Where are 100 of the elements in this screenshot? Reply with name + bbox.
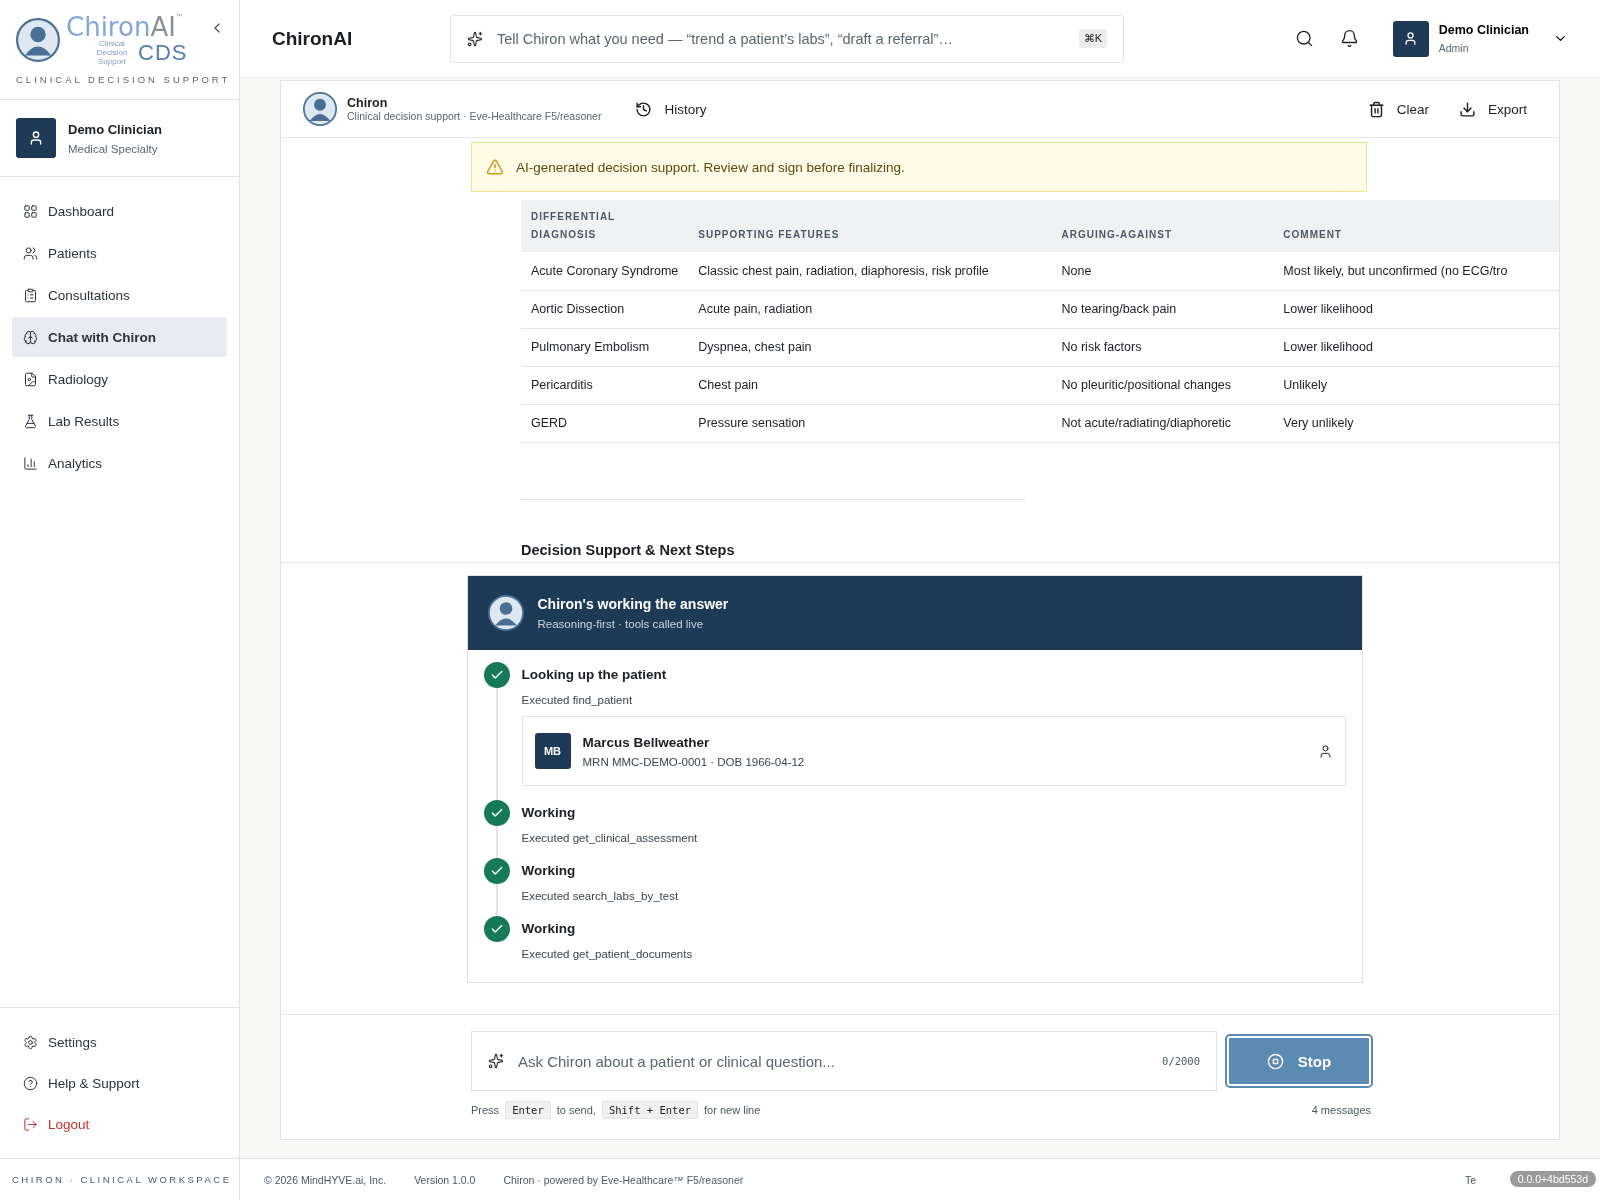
chiron-emblem-icon (487, 595, 524, 631)
nav-item[interactable]: Chat with Chiron (12, 317, 227, 357)
table-cell: Chest pain (688, 366, 1052, 404)
assistant-name: Chiron (347, 96, 389, 110)
users-icon (23, 245, 38, 261)
grid-icon (23, 203, 38, 219)
sidebar-footer-text: CHIRON · CLINICAL WORKSPACE (0, 1158, 239, 1200)
warning-banner: AI-generated decision support. Review and sign before finalizing. (471, 142, 1367, 192)
table-cell: Classic chest pain, radiation, diaphoresis, risk profile (688, 252, 1052, 290)
user-role: Medical Specialty (68, 142, 159, 155)
person-icon (1317, 743, 1333, 759)
chiron-emblem-icon (303, 92, 337, 126)
footer-link[interactable]: Te (1464, 1173, 1476, 1186)
table-cell: Most likely, but unconfirmed (no ECG/tro (1273, 252, 1559, 290)
bar-chart-icon (23, 455, 38, 471)
table-cell: None (1051, 252, 1274, 290)
nav-item[interactable]: Analytics (12, 443, 227, 483)
table-cell: Dyspnea, chest pain (688, 328, 1052, 366)
panel-subtitle: Reasoning-first · tools called live (537, 618, 705, 630)
column-header: COMMENT (1273, 200, 1559, 252)
table-cell: Unlikely (1273, 366, 1559, 404)
character-counter: 0/2000 (1162, 1055, 1200, 1067)
help-icon (23, 1075, 38, 1091)
user-name: Demo Clinician (68, 121, 162, 137)
table-cell: Very unlikely (1273, 404, 1559, 442)
user-icon (28, 130, 44, 146)
command-field[interactable]: Tell Chiron what you need — “trend a patient’s labs”, “draft a referral”… ⌘K (450, 14, 1124, 63)
warning-icon (486, 158, 504, 176)
step-detail: Executed get_patient_documents (521, 948, 694, 960)
table-cell: Pericarditis (521, 366, 689, 404)
nav-item[interactable]: Patients (12, 233, 227, 273)
copyright-text: © 2026 MindHYVE.ai, Inc. (264, 1173, 387, 1186)
sparkles-icon (467, 30, 483, 47)
export-button[interactable]: Export (1448, 96, 1537, 122)
table-cell: No risk factors (1051, 328, 1274, 366)
table-cell: GERD (521, 404, 689, 442)
table-cell: Pressure sensation (688, 404, 1052, 442)
build-badge: 0.0.0+4bd553d (1509, 1171, 1596, 1187)
column-header: ARGUING-AGAINST (1051, 200, 1274, 252)
table-cell: No pleuritic/positional changes (1051, 366, 1274, 404)
image-file-icon (23, 371, 38, 387)
step-detail: Executed get_clinical_assessment (521, 832, 699, 844)
user-icon (1403, 31, 1419, 46)
nav-item[interactable]: Dashboard (12, 191, 227, 231)
step-title: Working (521, 804, 577, 822)
stop-button[interactable]: Stop (1227, 1036, 1371, 1086)
table-cell: Acute Coronary Syndrome (521, 252, 689, 290)
sparkles-icon (488, 1053, 504, 1069)
version-text: Version 1.0.0 (414, 1173, 476, 1186)
clipboard-icon (23, 287, 38, 303)
table-cell: No tearing/back pain (1051, 290, 1274, 328)
history-button[interactable]: History (625, 96, 717, 122)
panel-title: Chiron's working the answer (537, 596, 729, 612)
table-cell: Lower likelihood (1273, 328, 1559, 366)
logo-cds-text: CDS (138, 42, 188, 65)
column-header: DIFFERENTIAL DIAGNOSIS (521, 200, 689, 252)
hint-text: Press (471, 1104, 500, 1116)
patient-initials: MB (534, 733, 571, 769)
patient-name: Marcus Bellweather (582, 734, 711, 750)
table-cell: Acute pain, radiation (688, 290, 1052, 328)
logo-text: ChironAI™ (66, 14, 185, 40)
table-cell: Aortic Dissection (521, 290, 689, 328)
section-heading: Decision Support & Next Steps (521, 498, 1025, 558)
column-header: SUPPORTING FEATURES (688, 200, 1052, 252)
nav-item[interactable]: Lab Results (12, 401, 227, 441)
step-detail: Executed search_labs_by_test (521, 890, 680, 902)
page-title: ChironAI (272, 27, 354, 50)
brain-icon (23, 329, 38, 345)
settings-icon (23, 1034, 38, 1050)
nav-item[interactable]: Help & Support (12, 1063, 227, 1103)
step-title: Working (521, 920, 577, 938)
hint-text: to send, (556, 1104, 596, 1116)
hint-text: for new line (704, 1104, 761, 1116)
flask-icon (23, 413, 38, 429)
stop-icon (1266, 1052, 1284, 1070)
enter-key: Enter (505, 1101, 551, 1119)
command-input[interactable]: Tell Chiron what you need — “trend a patient’s labs”, “draft a referral”… (495, 29, 1067, 48)
logout-icon (23, 1116, 38, 1132)
user-menu[interactable]: Demo Clinician Admin (1392, 20, 1568, 57)
patient-meta: MRN MMC-DEMO-0001 · DOB 1966-04-12 (582, 755, 805, 768)
history-icon (635, 100, 653, 118)
step-detail: Executed find_patient (521, 694, 634, 706)
nav-item[interactable]: Radiology (12, 359, 227, 399)
nav-item[interactable]: Logout (12, 1104, 227, 1144)
table-cell: Pulmonary Embolism (521, 328, 689, 366)
download-icon (1458, 100, 1476, 118)
nav-item[interactable]: Settings (12, 1022, 227, 1062)
step-title: Working (521, 862, 577, 880)
message-field[interactable]: Ask Chiron about a patient or clinical question... 0/2000 (471, 1031, 1217, 1091)
message-count: 4 messages (1311, 1104, 1371, 1116)
table-cell: Not acute/radiating/diaphoretic (1051, 404, 1274, 442)
logo-small-text: Clinical Decision Support (95, 40, 129, 67)
shortcut-key: ⌘K (1078, 29, 1107, 48)
patient-card[interactable]: MB Marcus Bellweather MRN MMC-DEMO-0001 · DOB 1966-04-12 (521, 716, 1346, 786)
table-cell: Lower likelihood (1273, 290, 1559, 328)
nav-item[interactable]: Consultations (12, 275, 227, 315)
assistant-subtitle: Clinical decision support · Eve-Healthcare F5/reasoner (347, 110, 602, 122)
trash-icon (1367, 100, 1385, 118)
clear-button[interactable]: Clear (1357, 96, 1439, 122)
powered-by-text: Chiron · powered by Eve-Healthcare™ F5/reasoner (503, 1173, 744, 1186)
